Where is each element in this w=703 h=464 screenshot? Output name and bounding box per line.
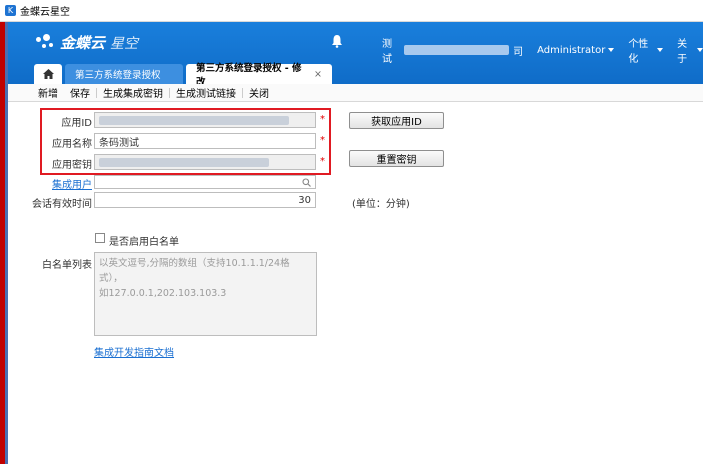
tab-label: 第三方系统登录授权: [75, 70, 161, 81]
generate-key-button[interactable]: 生成集成密钥: [97, 85, 169, 100]
logo-mark-icon: [36, 33, 56, 52]
brand-sub: 星空: [110, 35, 139, 52]
home-icon: [42, 69, 54, 79]
required-mark: *: [320, 135, 325, 146]
about-menu[interactable]: 关于: [677, 35, 703, 65]
app-id-label: 应用ID: [61, 118, 92, 129]
whitelist-textarea[interactable]: 以英文逗号,分隔的数组（支持10.1.1.1/24格式）， 如127.0.0.1…: [94, 252, 317, 336]
required-mark: *: [320, 156, 325, 167]
integration-user-field[interactable]: [94, 175, 316, 189]
org-prefix: 测试: [382, 39, 392, 65]
user-name-menu[interactable]: Administrator: [537, 44, 615, 56]
brand-name: 金蝶云: [60, 34, 106, 52]
app-secret-field[interactable]: [94, 154, 316, 170]
toolbar: 新增 保存 生成集成密钥 生成测试链接 关闭: [8, 84, 703, 102]
whitelist-label: 白名单列表: [42, 260, 92, 271]
required-mark: *: [320, 114, 325, 125]
session-timeout-field[interactable]: 30: [94, 192, 316, 208]
integration-user-link[interactable]: 集成用户: [52, 176, 92, 191]
window-titlebar: K 金蝶云星空: [0, 0, 703, 22]
close-icon[interactable]: ×: [314, 69, 322, 80]
dev-guide-link[interactable]: 集成开发指南文档: [94, 344, 174, 359]
tab-bar: 第三方系统登录授权 第三方系统登录授权 - 修改 ×: [34, 62, 335, 88]
app-id-redacted: [99, 115, 289, 125]
whitelist-placeholder-line2: 如127.0.0.1,202.103.103.3: [99, 288, 227, 299]
chevron-down-icon: [696, 48, 703, 52]
search-icon[interactable]: [302, 178, 311, 187]
chevron-down-icon: [657, 48, 664, 52]
save-button[interactable]: 保存: [64, 85, 96, 100]
tab-home[interactable]: [34, 64, 62, 84]
session-timeout-value: 30: [298, 194, 311, 206]
user-menu[interactable]: 测试 司 Administrator 个性化 关于: [382, 35, 703, 65]
user-name: Administrator: [537, 44, 606, 56]
app-secret-redacted: [99, 157, 269, 167]
about-label: 关于: [677, 39, 688, 65]
new-button[interactable]: 新增: [32, 85, 64, 100]
tab-auth-list[interactable]: 第三方系统登录授权: [65, 64, 183, 84]
reset-key-button[interactable]: 重置密钥: [349, 150, 444, 167]
bell-icon[interactable]: [330, 34, 344, 48]
app-name-field[interactable]: 条码测试: [94, 133, 316, 149]
app-secret-label: 应用密钥: [52, 160, 92, 171]
whitelist-checkbox-label: 是否启用白名单: [109, 237, 179, 248]
app-name-value: 条码测试: [99, 137, 139, 149]
org-suffix: 司: [513, 46, 524, 58]
personalize-label: 个性化: [628, 39, 649, 65]
org-name-redacted: [403, 45, 510, 55]
app-name-label: 应用名称: [52, 139, 92, 150]
brand-logo[interactable]: 金蝶云 星空: [36, 32, 138, 53]
chevron-down-icon: [608, 48, 615, 52]
session-timeout-label: 会话有效时间: [32, 199, 92, 210]
app-id-field[interactable]: [94, 112, 316, 128]
close-button[interactable]: 关闭: [243, 85, 275, 100]
whitelist-checkbox[interactable]: [95, 233, 105, 243]
get-app-id-button[interactable]: 获取应用ID: [349, 112, 444, 129]
whitelist-placeholder-line1: 以英文逗号,分隔的数组（支持10.1.1.1/24格式），: [99, 258, 290, 284]
app-icon: K: [5, 5, 16, 16]
timeout-unit-text: (单位：分钟): [352, 199, 410, 210]
personalize-menu[interactable]: 个性化: [628, 35, 664, 65]
tab-auth-edit[interactable]: 第三方系统登录授权 - 修改 ×: [186, 63, 332, 88]
window-title: 金蝶云星空: [20, 7, 70, 18]
generate-test-link-button[interactable]: 生成测试链接: [170, 85, 242, 100]
